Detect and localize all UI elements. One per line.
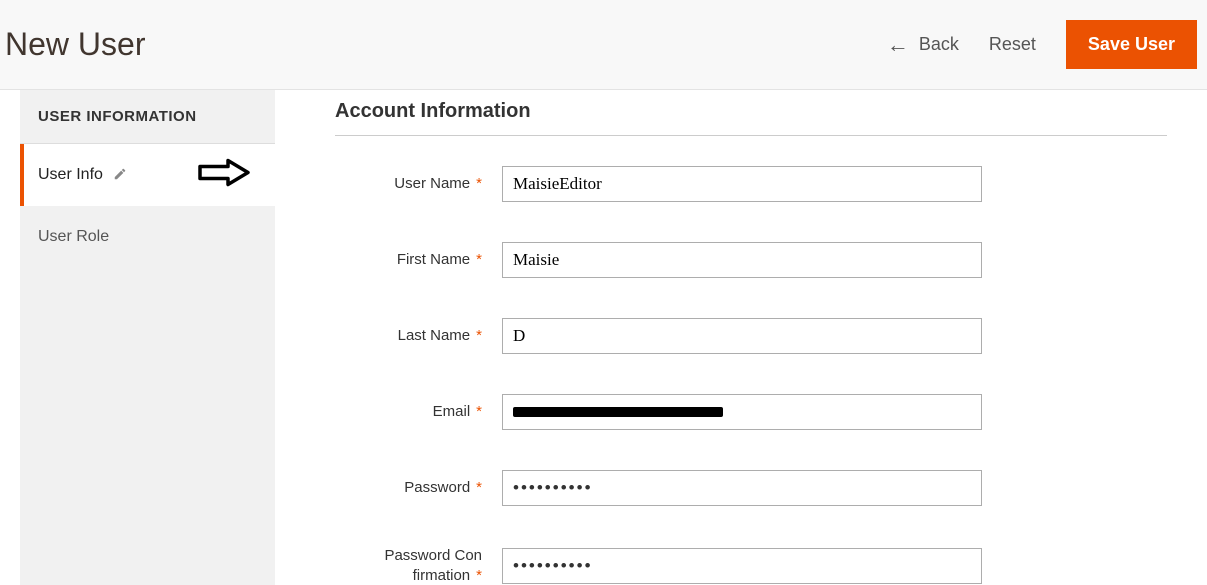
reset-button[interactable]: Reset: [989, 34, 1036, 55]
label-lastname: Last Name*: [335, 326, 490, 346]
label-password: Password*: [335, 478, 490, 498]
required-icon: *: [476, 567, 482, 584]
row-password-confirmation: Password Con firmation* ••••••••••: [335, 546, 1167, 585]
back-label: Back: [919, 34, 959, 55]
arrow-annotation-icon: [198, 159, 250, 192]
email-input[interactable]: [502, 394, 982, 430]
label-username: User Name*: [335, 174, 490, 194]
password-input[interactable]: ••••••••••: [502, 470, 982, 506]
content-area: USER INFORMATION User Info User Role Acc…: [0, 90, 1207, 585]
row-email: Email*: [335, 394, 1167, 430]
label-email: Email*: [335, 402, 490, 422]
label-firstname: First Name*: [335, 250, 490, 270]
label-password-confirmation: Password Con firmation*: [335, 546, 490, 585]
row-password: Password* ••••••••••: [335, 470, 1167, 506]
row-username: User Name*: [335, 166, 1167, 202]
redacted-email: [513, 407, 723, 417]
username-input[interactable]: [502, 166, 982, 202]
sidebar-item-label: User Role: [38, 228, 109, 246]
password-confirmation-input[interactable]: ••••••••••: [502, 548, 982, 584]
sidebar-item-user-role[interactable]: User Role: [20, 206, 275, 268]
page-header: New User ← Back Reset Save User: [0, 0, 1207, 90]
page-title: New User: [5, 26, 145, 63]
header-actions: ← Back Reset Save User: [887, 20, 1197, 69]
required-icon: *: [476, 251, 482, 268]
section-title: Account Information: [335, 100, 1167, 136]
row-firstname: First Name*: [335, 242, 1167, 278]
edit-icon: [113, 167, 127, 184]
firstname-input[interactable]: [502, 242, 982, 278]
sidebar: USER INFORMATION User Info User Role: [20, 90, 275, 585]
back-button[interactable]: ← Back: [887, 32, 959, 58]
required-icon: *: [476, 479, 482, 496]
required-icon: *: [476, 403, 482, 420]
back-arrow-icon: ←: [887, 32, 909, 58]
sidebar-heading: USER INFORMATION: [20, 90, 275, 144]
row-lastname: Last Name*: [335, 318, 1167, 354]
sidebar-item-user-info[interactable]: User Info: [20, 144, 275, 206]
save-user-button[interactable]: Save User: [1066, 20, 1197, 69]
required-icon: *: [476, 175, 482, 192]
required-icon: *: [476, 327, 482, 344]
lastname-input[interactable]: [502, 318, 982, 354]
main-panel: Account Information User Name* First Nam…: [275, 90, 1207, 585]
sidebar-item-label: User Info: [38, 166, 103, 184]
